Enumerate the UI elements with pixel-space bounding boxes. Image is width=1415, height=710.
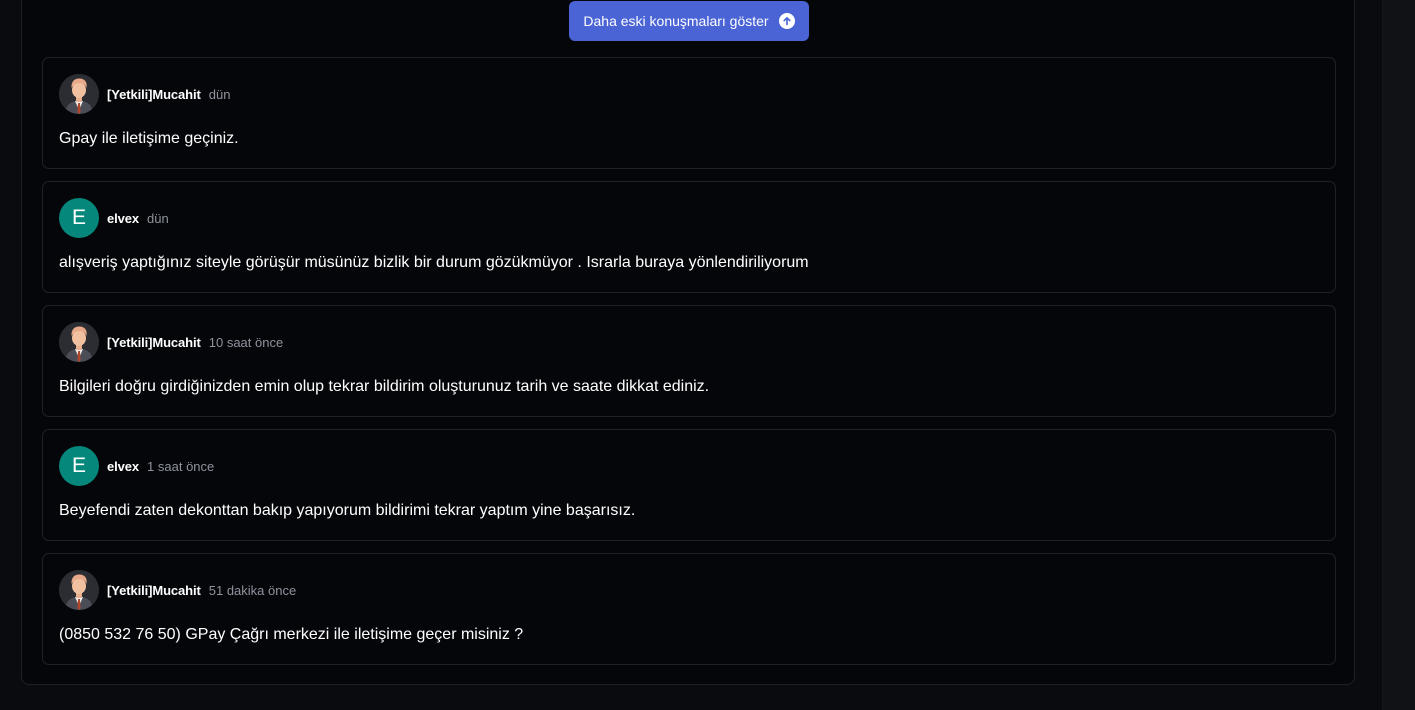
user-avatar[interactable]: E	[59, 198, 99, 238]
message-author[interactable]: [Yetkili]Mucahit	[107, 87, 201, 102]
message-text: (0850 532 76 50) GPay Çağrı merkezi ile …	[59, 626, 524, 643]
message-time: dün	[208, 86, 231, 102]
message-header: [Yetkili]Mucahit 51 dakika önce	[59, 570, 296, 610]
right-scroll-rail	[1382, 0, 1415, 710]
show-older-conversations-button[interactable]: Daha eski konuşmaları göster	[569, 1, 809, 41]
message-time: 10 saat önce	[208, 334, 284, 350]
message-header: E elvex dün	[59, 198, 169, 238]
message-card: [Yetkili]Mucahit 51 dakika önce (0850 53…	[42, 553, 1336, 665]
message-author[interactable]: [Yetkili]Mucahit	[107, 335, 201, 350]
message-header: [Yetkili]Mucahit dün	[59, 74, 230, 114]
message-text: Bilgileri doğru girdiğinizden emin olup …	[59, 378, 710, 395]
message-text: Beyefendi zaten dekonttan bakıp yapıyoru…	[59, 502, 636, 519]
message-author[interactable]: elvex	[107, 459, 139, 474]
message-time: dün	[147, 210, 169, 226]
message-author[interactable]: [Yetkili]Mucahit	[107, 583, 201, 598]
message-time: 51 dakika önce	[208, 582, 297, 598]
staff-avatar-icon[interactable]	[59, 322, 99, 362]
message-header: E elvex 1 saat önce	[59, 446, 214, 486]
message-text: Gpay ile iletişime geçiniz.	[59, 130, 239, 147]
message-author[interactable]: elvex	[107, 211, 139, 226]
staff-avatar-icon[interactable]	[59, 570, 99, 610]
show-older-label: Daha eski konuşmaları göster	[583, 13, 769, 29]
message-header: [Yetkili]Mucahit 10 saat önce	[59, 322, 283, 362]
staff-avatar-icon[interactable]	[59, 74, 99, 114]
message-card: E elvex 1 saat önce Beyefendi zaten deko…	[42, 429, 1336, 541]
arrow-up-circle-icon	[778, 13, 795, 29]
page: Daha eski konuşmaları göster [Yetkili]Mu…	[0, 0, 1415, 710]
user-avatar[interactable]: E	[59, 446, 99, 486]
message-card: [Yetkili]Mucahit dün Gpay ile iletişime …	[42, 57, 1336, 169]
message-text: alışveriş yaptığınız siteyle görüşür müs…	[59, 254, 809, 271]
message-card: E elvex dün alışveriş yaptığınız siteyle…	[42, 181, 1336, 293]
message-card: [Yetkili]Mucahit 10 saat önce Bilgileri …	[42, 305, 1336, 417]
message-time: 1 saat önce	[147, 458, 215, 474]
